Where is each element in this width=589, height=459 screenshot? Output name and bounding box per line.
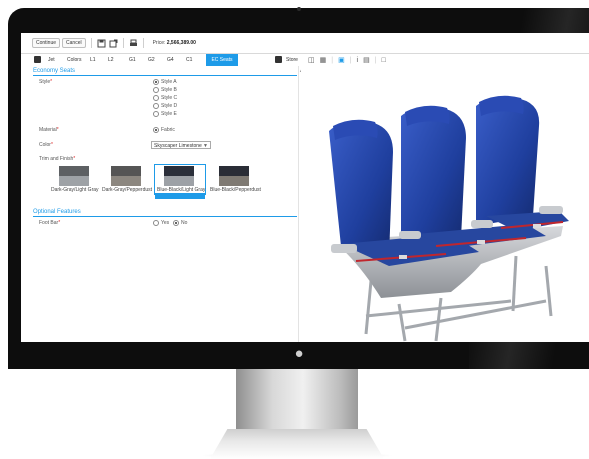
home-icon[interactable] — [34, 56, 41, 63]
tab-store[interactable]: Store — [286, 57, 298, 63]
price-label: Price: — [152, 40, 166, 46]
save-icon[interactable] — [97, 39, 106, 48]
tab-bar: Jet Colors L1 L2 G1 G2 G4 C1 EC Seats St… — [21, 54, 589, 66]
tab-c1[interactable]: C1 — [186, 57, 192, 63]
tab-colors[interactable]: Colors — [67, 57, 81, 63]
foot-bar-label: Foot Bar* — [39, 220, 61, 226]
color-label: Color* — [39, 142, 53, 148]
price-display: Price: 2,566,389.00 — [153, 40, 196, 46]
trim-label-dark-gray-light-gray: Dark-Gray/Light Gray — [51, 187, 99, 193]
radio-foot-bar-yes[interactable]: Yes — [153, 220, 169, 226]
store-icon[interactable] — [275, 56, 282, 63]
trash-icon[interactable]: ▦ — [320, 56, 327, 64]
radio-style-b[interactable]: Style B — [153, 87, 177, 93]
seat-illustration — [329, 95, 569, 342]
trim-swatch-dark-gray-light-gray[interactable] — [59, 166, 89, 186]
app-screen: Continue Cancel Price: 2,566,389.00 Jet … — [21, 33, 589, 342]
tab-g4[interactable]: G4 — [167, 57, 174, 63]
color-select[interactable]: Skyscaper Limestone ▼ — [151, 141, 211, 149]
toolbar-divider — [142, 38, 144, 48]
radio-style-a[interactable]: Style A — [153, 79, 177, 85]
section-divider — [33, 75, 297, 76]
tab-jet[interactable]: Jet — [48, 57, 55, 63]
panel-divider — [298, 66, 299, 342]
trim-swatch-blue-black-pepperdust[interactable] — [219, 166, 249, 186]
radio-style-d[interactable]: Style D — [153, 103, 177, 109]
tab-l1[interactable]: L1 — [90, 57, 96, 63]
chart-icon[interactable]: ▤ — [363, 56, 370, 64]
trim-swatch-blue-black-light-gray[interactable] — [164, 166, 194, 186]
divider-icon: | — [374, 56, 377, 64]
tab-ec-seats[interactable]: EC Seats — [206, 54, 238, 66]
toolbar-divider — [90, 38, 92, 48]
export-icon[interactable] — [109, 39, 118, 48]
image-icon[interactable]: ▣ — [338, 56, 345, 64]
monitor-stand-neck — [236, 369, 358, 429]
radio-style-c[interactable]: Style C — [153, 95, 177, 101]
material-label: Material* — [39, 127, 59, 133]
chevron-down-icon: ▼ — [203, 143, 208, 149]
tab-g1[interactable]: G1 — [129, 57, 136, 63]
apple-logo-icon: ● — [294, 345, 304, 362]
continue-button[interactable]: Continue — [32, 38, 61, 48]
divider-icon: | — [331, 56, 334, 64]
cancel-button[interactable]: Cancel — [62, 38, 86, 48]
price-value: 2,566,389.00 — [166, 40, 196, 46]
radio-foot-bar-no[interactable]: No — [173, 220, 187, 226]
style-label: Style* — [39, 79, 53, 85]
trim-label: Trim and Finish* — [39, 156, 76, 162]
section-title-economy: Economy Seats — [33, 68, 76, 74]
gallery-icon[interactable]: ◫ — [308, 56, 315, 64]
open-external-icon[interactable]: □ — [382, 57, 386, 64]
radio-fabric[interactable]: Fabric — [153, 127, 175, 133]
tab-l2[interactable]: L2 — [108, 57, 114, 63]
print-icon[interactable] — [129, 39, 138, 48]
toolbar-divider — [122, 38, 124, 48]
tab-g2[interactable]: G2 — [148, 57, 155, 63]
trim-label-blue-black-pepperdust: Blue-Black/Pepperdust — [210, 187, 261, 193]
camera-dot — [297, 7, 301, 11]
trim-swatch-dark-gray-pepperdust[interactable] — [111, 166, 141, 186]
config-form: Economy Seats Style* Style A Style B Sty… — [21, 68, 297, 342]
radio-style-e[interactable]: Style E — [153, 111, 177, 117]
trim-label-dark-gray-pepperdust: Dark-Gray/Pepperdust — [102, 187, 153, 193]
view-toolbar: ◫ ▦ | ▣ | i ▤ | □ — [308, 54, 391, 66]
toolbar: Continue Cancel Price: 2,566,389.00 — [21, 33, 589, 54]
section-title-optional: Optional Features — [33, 209, 81, 215]
info-icon[interactable]: i — [357, 57, 359, 64]
section-divider — [33, 216, 297, 217]
seat-preview-image — [301, 66, 589, 342]
monitor-stand-base — [210, 429, 384, 459]
divider-icon: | — [349, 56, 352, 64]
trim-selected-bar — [155, 193, 205, 199]
